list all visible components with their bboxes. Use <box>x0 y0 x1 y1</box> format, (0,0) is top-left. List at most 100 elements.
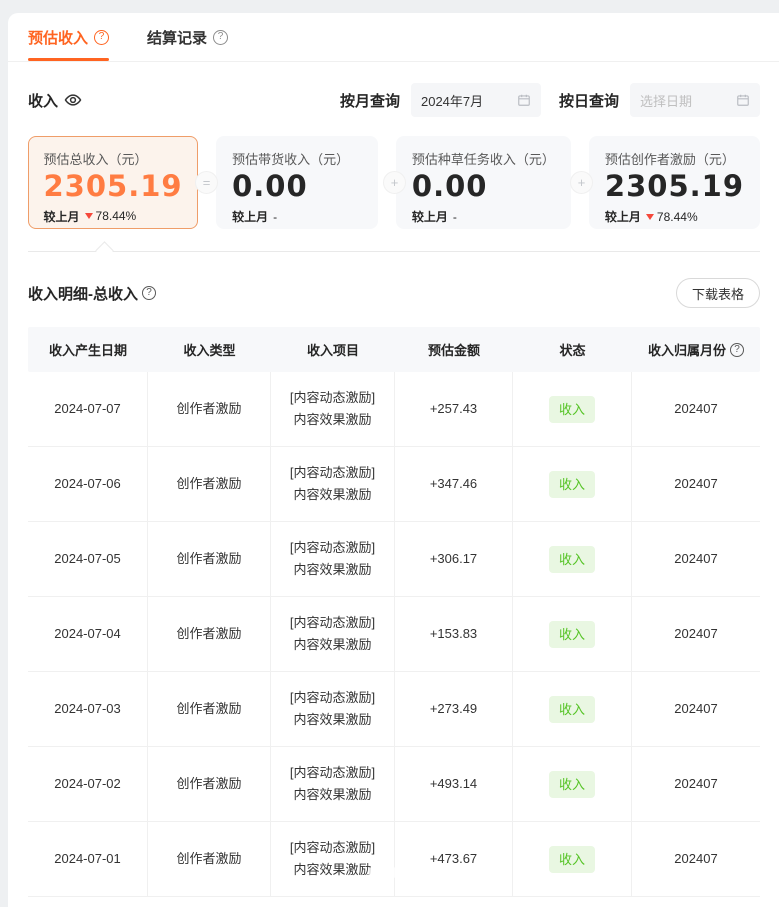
cell-date: 2024-07-02 <box>28 747 148 821</box>
help-icon[interactable] <box>213 30 228 45</box>
cell-type: 创作者激励 <box>148 597 271 671</box>
eye-icon[interactable] <box>64 91 82 109</box>
card-label: 预估创作者激励（元） <box>605 149 744 168</box>
tab-settlement-records[interactable]: 结算记录 <box>147 13 228 61</box>
day-query-group: 按日查询 选择日期 <box>559 83 760 117</box>
cell-project: [内容动态激励] 内容效果激励 <box>271 372 395 446</box>
card-label: 预估种草任务收入（元） <box>412 149 555 168</box>
income-title-text: 收入 <box>28 90 58 111</box>
cell-amount: +347.46 <box>395 447 513 521</box>
card-label: 预估总收入（元） <box>44 149 183 168</box>
card-value: 0.00 <box>232 169 362 203</box>
card-compare: 较上月 78.44% <box>44 208 183 225</box>
cell-amount: +306.17 <box>395 522 513 596</box>
help-icon[interactable] <box>94 30 109 45</box>
cell-status: 收入 <box>513 372 632 446</box>
card-creator-incentive[interactable]: 预估创作者激励（元） 2305.19 较上月 78.44% <box>589 136 760 229</box>
col-header-amount: 预估金额 <box>395 340 513 359</box>
help-icon[interactable] <box>142 286 156 300</box>
cell-amount: +257.43 <box>395 372 513 446</box>
cell-type: 创作者激励 <box>148 747 271 821</box>
month-query-label: 按月查询 <box>340 90 400 111</box>
compare-label: 较上月 <box>605 208 641 225</box>
cell-amount: +273.49 <box>395 672 513 746</box>
table-header: 收入产生日期 收入类型 收入项目 预估金额 状态 收入归属月份 <box>28 327 760 372</box>
equals-operator-icon: = <box>195 171 218 194</box>
cell-date: 2024-07-07 <box>28 372 148 446</box>
card-label: 预估带货收入（元） <box>232 149 362 168</box>
table-row: 2024-07-02 创作者激励 [内容动态激励] 内容效果激励 +493.14… <box>28 747 760 822</box>
income-detail-table: 收入产生日期 收入类型 收入项目 预估金额 状态 收入归属月份 2024-07-… <box>28 327 760 897</box>
day-picker[interactable]: 选择日期 <box>630 83 760 117</box>
compare-label: 较上月 <box>232 208 268 225</box>
cell-type: 创作者激励 <box>148 522 271 596</box>
cell-month: 202407 <box>632 747 760 821</box>
card-value: 0.00 <box>412 169 555 203</box>
trend-down-icon <box>85 213 93 219</box>
col-header-type: 收入类型 <box>148 340 271 359</box>
col-header-project: 收入项目 <box>271 340 395 359</box>
month-query-group: 按月查询 2024年7月 <box>340 83 541 117</box>
cell-month: 202407 <box>632 447 760 521</box>
table-row: 2024-07-01 创作者激励 [内容动态激励] 内容效果激励 +473.67… <box>28 822 760 897</box>
table-row: 2024-07-04 创作者激励 [内容动态激励] 内容效果激励 +153.83… <box>28 597 760 672</box>
status-badge: 收入 <box>549 771 595 798</box>
main-panel: 预估收入 结算记录 收入 按月查询 2024年7月 <box>8 13 779 907</box>
cell-project: [内容动态激励] 内容效果激励 <box>271 822 395 896</box>
col-header-month-text: 收入归属月份 <box>648 340 726 359</box>
compare-label: 较上月 <box>412 208 448 225</box>
cell-type: 创作者激励 <box>148 372 271 446</box>
cell-type: 创作者激励 <box>148 447 271 521</box>
help-icon[interactable] <box>730 343 744 357</box>
cell-status: 收入 <box>513 522 632 596</box>
card-total-income[interactable]: 预估总收入（元） 2305.19 较上月 78.44% <box>28 136 198 229</box>
cell-status: 收入 <box>513 447 632 521</box>
card-value: 2305.19 <box>605 169 744 203</box>
cell-status: 收入 <box>513 822 632 896</box>
col-header-month: 收入归属月份 <box>632 340 760 359</box>
day-query-label: 按日查询 <box>559 90 619 111</box>
cell-project: [内容动态激励] 内容效果激励 <box>271 597 395 671</box>
cell-status: 收入 <box>513 747 632 821</box>
cell-date: 2024-07-05 <box>28 522 148 596</box>
card-compare: 较上月 - <box>232 208 362 225</box>
table-row: 2024-07-06 创作者激励 [内容动态激励] 内容效果激励 +347.46… <box>28 447 760 522</box>
compare-value: - <box>453 210 457 224</box>
status-badge: 收入 <box>549 696 595 723</box>
trend-down-icon <box>646 214 654 220</box>
detail-title-text: 收入明细-总收入 <box>28 283 138 304</box>
month-picker-value: 2024年7月 <box>421 91 483 110</box>
tab-bar: 预估收入 结算记录 <box>8 13 779 62</box>
compare-value: 78.44% <box>96 209 137 223</box>
tab-label: 预估收入 <box>28 27 88 48</box>
card-compare: 较上月 78.44% <box>605 208 744 225</box>
status-badge: 收入 <box>549 846 595 873</box>
table-row: 2024-07-03 创作者激励 [内容动态激励] 内容效果激励 +273.49… <box>28 672 760 747</box>
cell-month: 202407 <box>632 822 760 896</box>
download-table-button[interactable]: 下载表格 <box>676 278 760 308</box>
cell-month: 202407 <box>632 597 760 671</box>
cell-project: [内容动态激励] 内容效果激励 <box>271 522 395 596</box>
plus-operator-icon: + <box>570 171 593 194</box>
compare-value: - <box>273 210 277 224</box>
month-picker[interactable]: 2024年7月 <box>411 83 541 117</box>
cell-status: 收入 <box>513 597 632 671</box>
cell-month: 202407 <box>632 672 760 746</box>
cell-type: 创作者激励 <box>148 822 271 896</box>
cell-status: 收入 <box>513 672 632 746</box>
card-goods-income[interactable]: 预估带货收入（元） 0.00 较上月 - <box>216 136 378 229</box>
calendar-icon <box>517 93 531 107</box>
cell-amount: +473.67 <box>395 822 513 896</box>
selected-card-notch <box>95 241 113 259</box>
card-seeding-task-income[interactable]: 预估种草任务收入（元） 0.00 较上月 - <box>396 136 571 229</box>
cell-project: [内容动态激励] 内容效果激励 <box>271 447 395 521</box>
cell-month: 202407 <box>632 372 760 446</box>
card-value: 2305.19 <box>44 169 183 203</box>
calendar-icon <box>736 93 750 107</box>
day-picker-placeholder: 选择日期 <box>640 91 692 110</box>
status-badge: 收入 <box>549 621 595 648</box>
cell-amount: +153.83 <box>395 597 513 671</box>
card-compare: 较上月 - <box>412 208 555 225</box>
cell-date: 2024-07-03 <box>28 672 148 746</box>
tab-estimated-income[interactable]: 预估收入 <box>28 13 109 61</box>
